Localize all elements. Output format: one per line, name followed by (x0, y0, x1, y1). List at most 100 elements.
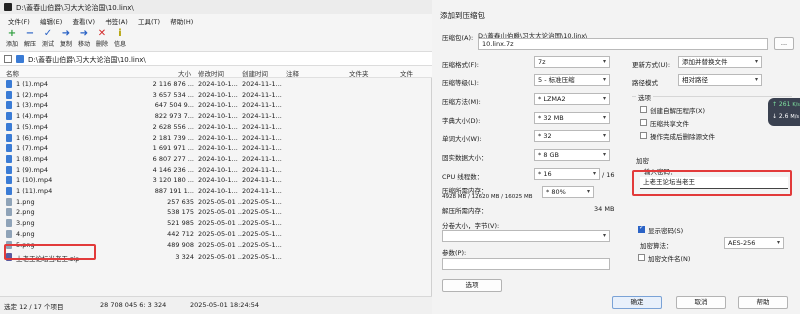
update-select[interactable]: 添加并替换文件 ▾ (678, 56, 762, 68)
file-created: 2024-11-1... (242, 101, 282, 110)
col-modified[interactable]: 修改时间 (198, 68, 224, 78)
file-modified: 2024-10-1... (198, 112, 238, 121)
archive-name-input[interactable]: 10.linx.7z (478, 38, 768, 50)
help-button[interactable]: 帮助 (738, 296, 788, 309)
window-title: D:\蓋春山伯爵\习大大论治国\10.linx\ (16, 4, 134, 12)
add-button[interactable]: + 添加 (2, 28, 22, 48)
col-comment[interactable]: 注释 (286, 68, 299, 78)
file-name: 1 (9).mp4 (16, 165, 49, 174)
file-size: 3 657 534 ... (152, 90, 194, 99)
cpu-select[interactable]: * 16 ▾ (534, 168, 600, 180)
dict-label: 字典大小(D): (442, 117, 481, 125)
png-file-icon (6, 219, 12, 228)
info-button[interactable]: i 信息 (110, 28, 130, 48)
extract-button[interactable]: − 解压 (20, 28, 40, 48)
file-modified: 2025-05-01 ... (198, 253, 245, 262)
file-row[interactable]: 1 (8).mp4 6 807 277 ... 2024-10-1... 2024-1… (0, 154, 432, 164)
format-select[interactable]: 7z ▾ (534, 56, 610, 68)
delete-button[interactable]: ✕ 删除 (92, 28, 112, 48)
delete-source-checkbox[interactable] (640, 132, 647, 139)
file-modified: 2025-05-01 ... (198, 229, 245, 238)
file-size: 2 116 876 ... (152, 80, 194, 88)
mp4-file-icon (6, 133, 12, 142)
png-file-icon (6, 208, 12, 217)
col-folders[interactable]: 文件夹 (349, 68, 369, 78)
solid-select[interactable]: * 8 GB ▾ (534, 149, 610, 161)
file-modified: 2024-10-1... (198, 101, 238, 110)
file-modified: 2024-10-1... (198, 176, 238, 185)
chevron-down-icon: ▾ (602, 151, 606, 158)
cancel-button[interactable]: 取消 (676, 296, 726, 309)
file-row[interactable]: 1 (2).mp4 3 657 534 ... 2024-10-1... 2024-1… (0, 90, 432, 100)
file-name: 4.png (16, 229, 35, 238)
enc-method-select[interactable]: AES-256 ▾ (724, 237, 784, 249)
pathmode-select[interactable]: 相对路径 ▾ (678, 74, 762, 86)
file-modified: 2025-05-01 ... (198, 197, 245, 206)
mem-select[interactable]: * 80% ▾ (542, 186, 594, 198)
menu-edit[interactable]: 编辑(E) (40, 16, 62, 26)
split-select[interactable]: ▾ (442, 230, 610, 242)
file-row[interactable]: 4.png 442 712 2025-05-01 ... 2025-05-1... (0, 229, 432, 239)
menu-view[interactable]: 查看(V) (72, 16, 95, 26)
file-size: 3 120 180 ... (152, 176, 194, 185)
file-row[interactable]: 1 (10).mp4 3 120 180 ... 2024-10-1... 2024-… (0, 175, 432, 185)
solid-label: 固实数据大小： (442, 154, 488, 162)
menu-file[interactable]: 文件(F) (8, 16, 30, 26)
file-row[interactable]: 1 (7).mp4 1 691 971 ... 2024-10-1... 2024-1… (0, 143, 432, 153)
file-size: 257 635 (167, 197, 194, 206)
file-size: 521 985 (167, 219, 194, 228)
file-row[interactable]: 1 (5).mp4 2 628 556 ... 2024-10-1... 2024-1… (0, 122, 432, 132)
sfx-checkbox[interactable] (640, 106, 647, 113)
menu-tools[interactable]: 工具(T) (138, 16, 160, 26)
method-select[interactable]: * LZMA2 ▾ (534, 93, 610, 105)
file-row[interactable]: 1 (9).mp4 4 146 236 ... 2024-10-1... 2024-1… (0, 165, 432, 175)
params-input[interactable] (442, 258, 610, 270)
shared-checkbox[interactable] (640, 119, 647, 126)
copy-button[interactable]: ➜ 复制 (56, 28, 76, 48)
col-name[interactable]: 名称 (6, 68, 19, 78)
test-button[interactable]: ✓ 测试 (38, 28, 58, 48)
move-button[interactable]: ➜ 移动 (74, 28, 94, 48)
method-label: 压缩方法(M): (442, 98, 481, 106)
file-size: 6 807 277 ... (152, 154, 194, 163)
file-row[interactable]: 1 (4).mp4 822 973 7... 2024-10-1... 2024-11… (0, 111, 432, 121)
address-bar[interactable]: D:\蓋春山伯爵\习大大论治国\10.linx\ (0, 52, 432, 66)
params-label: 参数(P): (442, 249, 467, 257)
col-created[interactable]: 创建时间 (242, 68, 268, 78)
mp4-file-icon (6, 101, 12, 110)
file-row[interactable]: 1 (3).mp4 647 504 9... 2024-10-1... 2024-11… (0, 100, 432, 110)
update-label: 更新方式(U): (632, 61, 671, 69)
options-button[interactable]: 选项 (442, 279, 502, 292)
ok-button[interactable]: 确定 (612, 296, 662, 309)
file-row[interactable]: 1 (1).mp4 2 116 876 ... 2024-10-1... 2024-1… (0, 79, 432, 89)
browse-button[interactable]: ... (774, 37, 794, 50)
file-row[interactable]: 3.png 521 985 2025-05-01 ... 2025-05-1... (0, 218, 432, 228)
menu-help[interactable]: 帮助(H) (170, 16, 193, 26)
file-created: 2024-11-1... (242, 144, 282, 153)
file-size: 538 175 (167, 208, 194, 217)
file-row[interactable]: 1.png 257 635 2025-05-01 ... 2025-05-1... (0, 197, 432, 207)
file-row[interactable]: 1 (6).mp4 2 181 739 ... 2024-10-1... 2024-1… (0, 133, 432, 143)
options-group-divider (632, 96, 792, 97)
file-modified: 2024-10-1... (198, 90, 238, 99)
file-created: 2024-11-1... (242, 187, 282, 195)
level-select[interactable]: 5 - 标准压缩 ▾ (534, 74, 610, 86)
file-size: 442 712 (167, 229, 194, 238)
chevron-down-icon: ▾ (776, 239, 780, 246)
file-row[interactable]: 2.png 538 175 2025-05-01 ... 2025-05-1... (0, 207, 432, 217)
file-size: 822 973 7... (154, 112, 194, 121)
menu-bookmarks[interactable]: 书签(A) (105, 16, 128, 26)
mp4-file-icon (6, 90, 12, 99)
file-created: 2025-05-1... (242, 240, 282, 249)
up-folder-icon[interactable] (4, 55, 12, 63)
word-select[interactable]: * 32 ▾ (534, 130, 610, 142)
file-name: 1 (6).mp4 (16, 133, 49, 142)
file-row[interactable]: 1 (11).mp4 887 191 1... 2024-10-1... 2024-1… (0, 186, 432, 196)
file-created: 2024-11-1... (242, 112, 282, 121)
show-password-checkbox[interactable] (638, 224, 645, 233)
col-size[interactable]: 大小 (178, 68, 191, 78)
password-highlight-box (632, 170, 792, 196)
col-files[interactable]: 文件 (400, 68, 413, 78)
dict-select[interactable]: * 32 MB ▾ (534, 112, 610, 124)
encrypt-names-checkbox[interactable] (638, 254, 645, 261)
